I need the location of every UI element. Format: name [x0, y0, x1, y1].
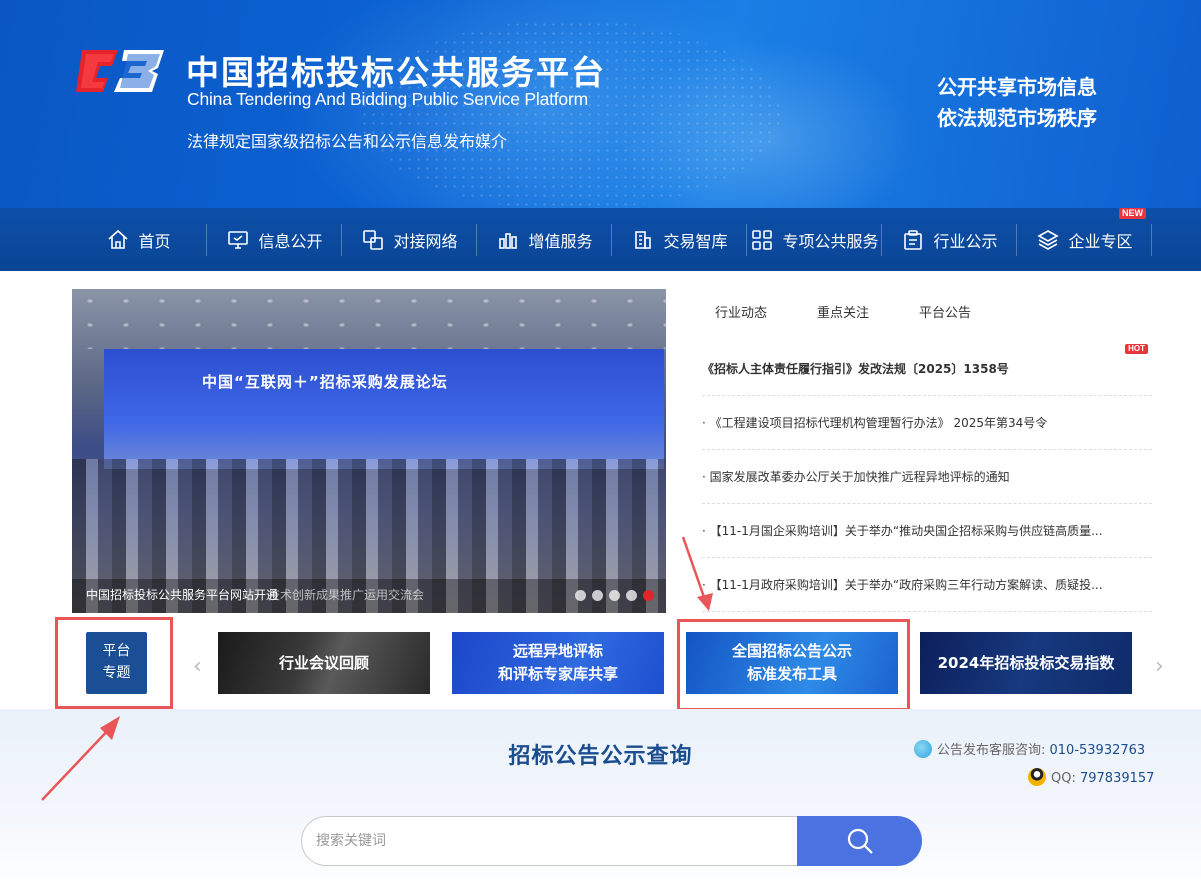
slogan-line-1: 公开共享市场信息: [937, 75, 1097, 99]
site-title: 中国招标投标公共服务平台: [186, 53, 606, 92]
news-item[interactable]: · 【11-1月政府采购培训】关于举办“政府采购三年行动方案解读、质疑投...: [702, 558, 1152, 612]
nav-item-info-public[interactable]: 信息公开: [207, 208, 342, 271]
news-item[interactable]: · 国家发展改革委办公厅关于加快推广远程异地评标的通知: [702, 450, 1152, 504]
topic-card-meeting-review[interactable]: 行业会议回顾: [218, 632, 430, 694]
topic-card-line-1: 远程异地评标: [512, 642, 603, 660]
annotation-highlight-box: [677, 619, 910, 711]
nav-item-label: 信息公开: [258, 231, 323, 251]
topic-card-trading-index[interactable]: 2024年招标投标交易指数: [920, 632, 1132, 694]
topic-card-line-1: 行业会议回顾: [278, 653, 369, 672]
tab-platform-notice[interactable]: 平台公告: [919, 302, 971, 321]
carousel-caption[interactable]: 中国招标投标公共服务平台网站开通: [86, 586, 278, 603]
nav-item-industry-notice[interactable]: 行业公示: [882, 208, 1017, 271]
building-icon: [635, 230, 652, 249]
phone-label: 公告发布客服咨询:: [937, 743, 1050, 758]
hot-badge: HOT: [1125, 344, 1148, 354]
chevron-left-icon[interactable]: ‹: [193, 654, 202, 679]
carousel-stage-text: 中国“互联网＋”招标采购发展论坛: [202, 373, 448, 391]
phone-contact: 公告发布客服咨询: 010-53932763: [914, 737, 1154, 765]
carousel-dot[interactable]: [609, 590, 620, 601]
headset-icon: [914, 740, 932, 758]
contact-info: 公告发布客服咨询: 010-53932763 QQ: 797839157: [914, 737, 1154, 793]
tab-key-focus[interactable]: 重点关注: [817, 302, 869, 321]
news-panel: 行业动态 重点关注 平台公告 《招标人主体责任履行指引》发改法规〔2025〕13…: [702, 289, 1152, 613]
carousel-caption-overlap: 技术创新成果推广运用交流会: [268, 588, 425, 602]
stage-lights: [72, 289, 666, 349]
nav-item-label: 交易智库: [663, 231, 728, 251]
carousel-dot[interactable]: [626, 590, 637, 601]
nav-item-value-added[interactable]: 增值服务: [477, 208, 612, 271]
bar-chart-icon: [499, 232, 518, 249]
nav-item-home[interactable]: 首页: [70, 208, 207, 271]
carousel-dot-active[interactable]: [643, 590, 654, 601]
search-box: [301, 816, 799, 866]
topic-card-line-2: 和评标专家库共享: [497, 665, 618, 683]
nav-item-label: 企业专区: [1068, 231, 1133, 251]
news-list: 《招标人主体责任履行指引》发改法规〔2025〕1358号 HOT · 《工程建设…: [702, 342, 1152, 612]
news-item-title[interactable]: · 【11-1月国企采购培训】关于举办“推动央国企招标采购与供应链高质量...: [702, 522, 1103, 539]
home-icon: [108, 229, 129, 249]
header-banner: 中国招标投标公共服务平台 China Tendering And Bidding…: [0, 0, 1201, 208]
slogan-line-2: 依法规范市场秩序: [937, 106, 1097, 130]
qq-label: QQ:: [1051, 771, 1080, 786]
carousel-image-stage: [104, 349, 664, 469]
tab-industry-news[interactable]: 行业动态: [715, 302, 767, 321]
phone-number: 010-53932763: [1049, 743, 1146, 758]
carousel-dot[interactable]: [575, 590, 586, 601]
site-subtitle: 法律规定国家级招标公告和公示信息发布媒介: [187, 132, 508, 151]
nav-item-label: 专项公共服务: [782, 231, 879, 251]
search-button[interactable]: [797, 816, 922, 866]
search-icon: [847, 828, 873, 854]
news-item-title[interactable]: 《招标人主体责任履行指引》发改法规〔2025〕1358号: [702, 360, 1009, 377]
news-item[interactable]: · 《工程建设项目招标代理机构管理暂行办法》 2025年第34号令: [702, 396, 1152, 450]
site-logo-icon[interactable]: [72, 44, 172, 108]
layers-icon: [1037, 229, 1060, 250]
nav-item-label: 增值服务: [528, 231, 593, 251]
main-nav: 首页 信息公开 对接网络 增值服务 交易智库 专项公共服务 行业公示 企业专区 …: [0, 208, 1201, 271]
nav-item-label: 行业公示: [933, 231, 998, 251]
nav-item-enterprise[interactable]: 企业专区 NEW: [1017, 208, 1152, 271]
topic-card-line-1: 2024年招标投标交易指数: [937, 653, 1115, 672]
carousel-pagination: [575, 590, 654, 601]
topic-card-remote-evaluation[interactable]: 远程异地评标 和评标专家库共享: [452, 632, 664, 694]
qq-contact: QQ: 797839157: [1028, 765, 1154, 793]
clipboard-icon: [904, 229, 923, 250]
nav-item-label: 首页: [138, 231, 171, 251]
news-item-title[interactable]: · 《工程建设项目招标代理机构管理暂行办法》 2025年第34号令: [702, 414, 1047, 431]
chevron-right-icon[interactable]: ›: [1155, 654, 1164, 679]
search-input[interactable]: [316, 817, 786, 865]
grid-icon: [752, 229, 773, 250]
link-icon: [363, 229, 384, 250]
qq-penguin-icon: [1028, 768, 1046, 786]
nav-item-special-services[interactable]: 专项公共服务: [747, 208, 882, 271]
new-badge: NEW: [1119, 208, 1146, 219]
site-title-english: China Tendering And Bidding Public Servi…: [187, 89, 588, 109]
nav-item-think-tank[interactable]: 交易智库: [612, 208, 747, 271]
news-carousel[interactable]: 中国“互联网＋”招标采购发展论坛 技术创新成果推广运用交流会 中国招标投标公共服…: [72, 289, 666, 613]
carousel-dot[interactable]: [592, 590, 603, 601]
nav-item-network[interactable]: 对接网络: [342, 208, 477, 271]
news-item[interactable]: · 【11-1月国企采购培训】关于举办“推动央国企招标采购与供应链高质量...: [702, 504, 1152, 558]
news-item[interactable]: 《招标人主体责任履行指引》发改法规〔2025〕1358号 HOT: [702, 342, 1152, 396]
news-item-title[interactable]: · 国家发展改革委办公厅关于加快推广远程异地评标的通知: [702, 468, 1010, 485]
news-item-title[interactable]: · 【11-1月政府采购培训】关于举办“政府采购三年行动方案解读、质疑投...: [702, 576, 1103, 593]
monitor-icon: [228, 230, 249, 249]
qq-number: 797839157: [1079, 771, 1155, 786]
news-tabs: 行业动态 重点关注 平台公告: [702, 289, 1152, 333]
nav-item-label: 对接网络: [393, 231, 458, 251]
annotation-highlight-box: [55, 617, 173, 709]
slogan: 公开共享市场信息 依法规范市场秩序: [937, 72, 1097, 134]
